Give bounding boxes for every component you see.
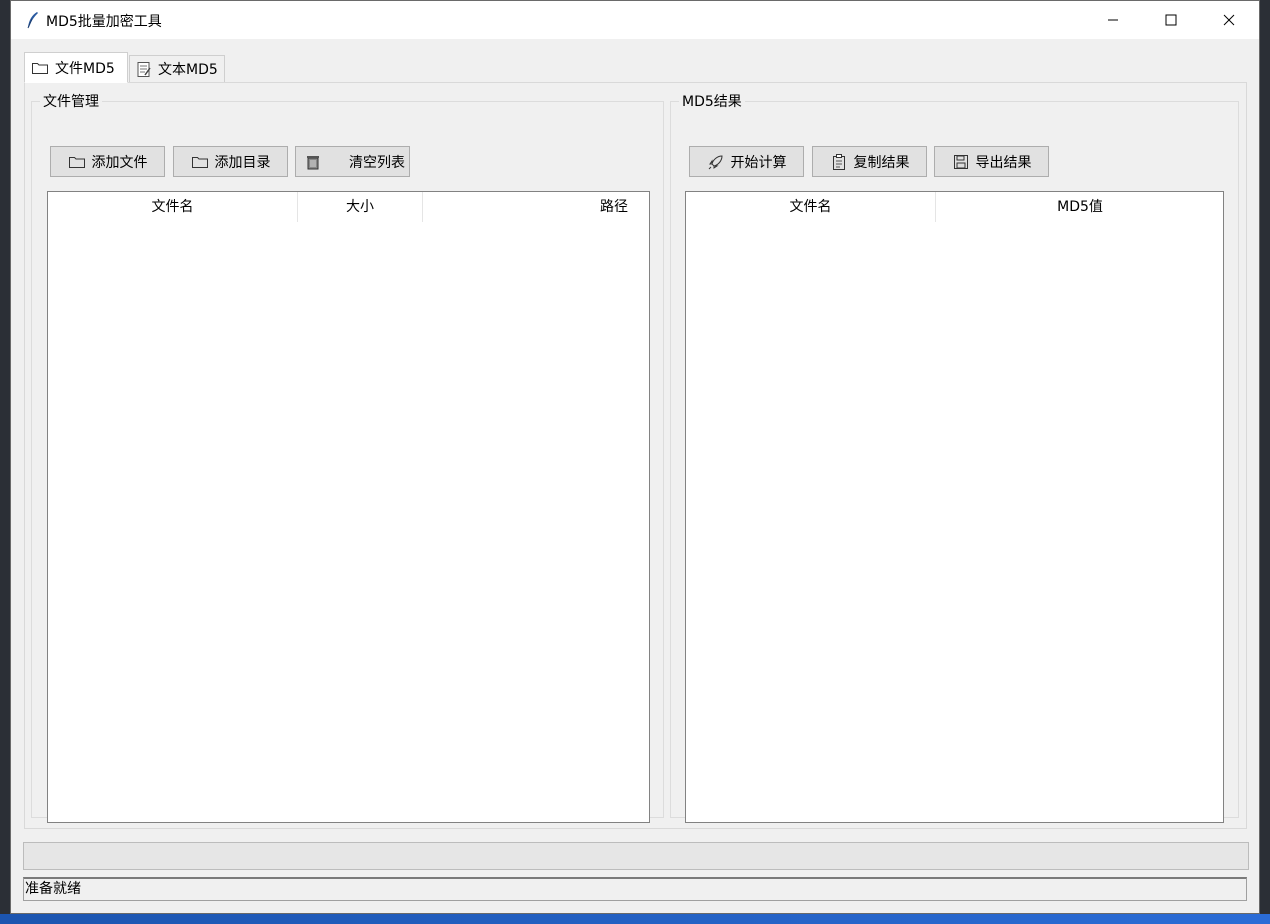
md5-result-title: MD5结果: [679, 91, 745, 111]
md5-result-group: MD5结果 开始计算 复制结果 导出结果 文件名 MD5值: [670, 91, 1239, 823]
column-header-md5[interactable]: MD5值: [936, 192, 1224, 222]
minimize-icon: [1108, 19, 1118, 21]
file-list-header: 文件名 大小 路径: [48, 192, 649, 222]
export-result-button[interactable]: 导出结果: [934, 146, 1049, 177]
close-button[interactable]: [1200, 1, 1258, 39]
column-header-path[interactable]: 路径: [423, 192, 650, 222]
add-directory-label: 添加目录: [214, 154, 271, 171]
maximize-icon: [1165, 14, 1177, 26]
window-title: MD5批量加密工具: [46, 14, 162, 30]
clear-list-button[interactable]: 清空列表: [295, 146, 410, 177]
tab-text-md5-label: 文本MD5: [158, 62, 218, 78]
tab-content: 文件管理 添加文件 添加目录 清空列表 文件名 大小 路径 MD5结果 开始计算…: [24, 82, 1247, 829]
progress-bar: [23, 842, 1249, 870]
add-file-label: 添加文件: [91, 154, 148, 171]
rocket-icon: [708, 154, 723, 169]
file-list-table[interactable]: 文件名 大小 路径: [47, 191, 650, 823]
file-management-title: 文件管理: [40, 91, 102, 111]
status-bar: 准备就绪: [23, 877, 1247, 901]
file-management-group: 文件管理 添加文件 添加目录 清空列表 文件名 大小 路径: [31, 91, 664, 823]
clipboard-icon: [832, 153, 845, 170]
title-bar: MD5批量加密工具: [11, 1, 1259, 39]
folder-icon: [32, 62, 48, 74]
start-calculation-button[interactable]: 开始计算: [689, 146, 804, 177]
add-file-button[interactable]: 添加文件: [50, 146, 165, 177]
md5-result-header: 文件名 MD5值: [686, 192, 1223, 222]
minimize-button[interactable]: [1084, 1, 1142, 39]
column-header-filename[interactable]: 文件名: [686, 192, 936, 222]
start-calculation-label: 开始计算: [730, 154, 787, 171]
maximize-button[interactable]: [1142, 1, 1200, 39]
tab-text-md5[interactable]: 文本MD5: [129, 55, 225, 83]
app-window: MD5批量加密工具 文件MD5 文本MD5 文件管理 添加文件 添加目录 清空列…: [10, 0, 1260, 914]
feather-icon: [27, 12, 38, 29]
add-directory-button[interactable]: 添加目录: [173, 146, 288, 177]
copy-result-label: 复制结果: [853, 154, 910, 171]
copy-result-button[interactable]: 复制结果: [812, 146, 927, 177]
md5-result-table[interactable]: 文件名 MD5值: [685, 191, 1224, 823]
clear-list-label: 清空列表: [349, 154, 405, 171]
export-result-label: 导出结果: [975, 154, 1032, 171]
folder-icon: [191, 156, 208, 168]
folder-icon: [68, 156, 85, 168]
column-header-filename[interactable]: 文件名: [48, 192, 298, 222]
desktop-taskbar: [0, 914, 1270, 924]
column-header-size[interactable]: 大小: [298, 192, 423, 222]
trash-icon: [307, 155, 319, 169]
tab-file-md5-label: 文件MD5: [55, 60, 115, 77]
tab-file-md5[interactable]: 文件MD5: [24, 52, 128, 83]
close-icon: [1223, 14, 1235, 26]
save-icon: [953, 154, 968, 169]
notepad-icon: [137, 62, 151, 77]
